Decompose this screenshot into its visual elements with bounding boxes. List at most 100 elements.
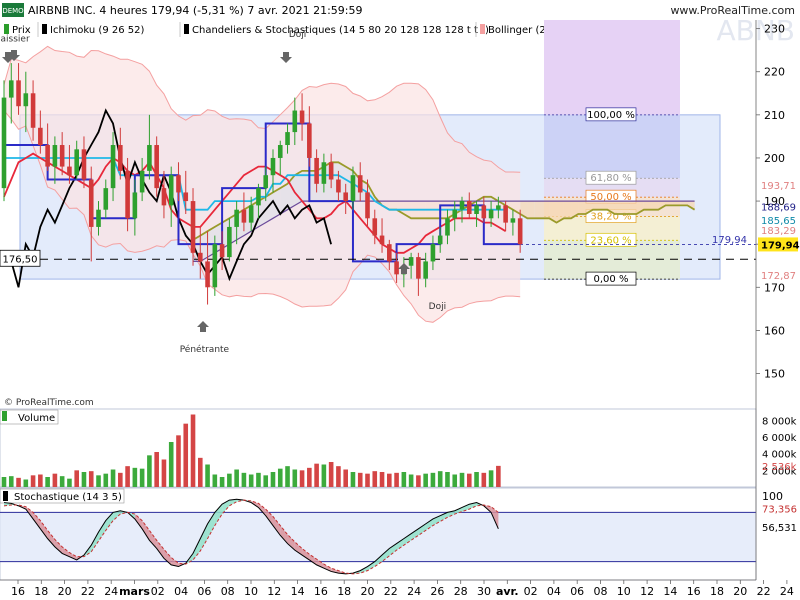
volume-bar — [277, 468, 283, 487]
cloud-segment — [629, 201, 637, 214]
pattern-annotation-label: Pénétrante — [180, 344, 230, 355]
time-tick-label: 04 — [174, 585, 188, 598]
candle-body — [197, 252, 203, 262]
volume-bar — [256, 472, 261, 487]
volume-bar — [394, 472, 399, 487]
volume-bar — [183, 423, 189, 487]
legend-swatch — [184, 24, 189, 34]
candle-body — [270, 157, 276, 176]
candle-body — [336, 179, 341, 193]
candle-body — [292, 110, 298, 133]
candle-body — [96, 209, 101, 227]
volume-bar — [81, 472, 87, 487]
time-tick-label: 10 — [617, 585, 631, 598]
volume-tick-label: 6 000k — [762, 433, 797, 444]
price-level-text: 188,69 — [761, 203, 796, 214]
candle-body — [1, 97, 7, 189]
volume-bar — [38, 474, 43, 487]
stochastic-k-value: 73,356 — [762, 504, 797, 515]
time-tick-label: 26 — [430, 585, 444, 598]
volume-bar — [365, 473, 370, 487]
time-tick-label: 24 — [104, 585, 118, 598]
price-level-label: 188,69 — [761, 203, 796, 214]
candle-body — [45, 145, 50, 167]
volume-bar — [474, 472, 479, 487]
projection-column — [544, 20, 680, 115]
candle-body — [372, 218, 378, 236]
candle-body — [132, 192, 138, 219]
time-tick-label: 02 — [524, 585, 538, 598]
price-tick-label: 170 — [764, 281, 785, 294]
fibonacci-level-label: 100,00 % — [585, 107, 637, 122]
candle — [212, 235, 218, 296]
cloud-segment — [563, 201, 572, 219]
candle-body — [81, 149, 87, 180]
candle-body — [176, 175, 181, 193]
candle-body — [125, 170, 130, 219]
fibonacci-label-text: 100,00 % — [587, 110, 635, 121]
legend-label: Ichimoku (9 26 52) — [50, 25, 144, 36]
candle-body — [139, 170, 145, 193]
candle-body — [452, 209, 458, 219]
candle-body — [256, 188, 261, 206]
pattern-annotation: Baissier — [0, 35, 30, 45]
candle-body — [52, 145, 58, 167]
volume-bar — [52, 473, 58, 487]
price-level-label: 193,71 — [761, 181, 796, 192]
candle-body — [277, 145, 283, 158]
candle-body — [357, 175, 363, 193]
candle-body — [227, 226, 232, 258]
price-level-label: 179,94 — [758, 237, 800, 252]
time-tick-label: 24 — [407, 585, 421, 598]
time-tick-label: 06 — [197, 585, 211, 598]
demo-badge-label: DEMO — [2, 7, 24, 15]
candle-body — [481, 205, 487, 219]
volume-bar — [74, 470, 79, 487]
price-level-text: 193,71 — [761, 181, 796, 192]
candle-body — [459, 201, 465, 210]
stochastic-swatch — [3, 491, 8, 501]
volume-bar — [350, 472, 356, 487]
volume-bar — [219, 477, 225, 487]
volume-bar — [372, 471, 378, 487]
stochastic-header: Stochastique (14 3 5) — [0, 488, 125, 504]
volume-bar — [379, 472, 385, 487]
price-tick-label: 160 — [764, 324, 785, 337]
fibonacci-label-text: 61,80 % — [590, 173, 631, 184]
time-tick-label: 18 — [337, 585, 351, 598]
candle-body — [30, 93, 36, 128]
legend-swatch — [480, 24, 485, 34]
volume-bar — [459, 472, 465, 487]
candle-body — [474, 205, 479, 214]
copyright: © ProRealTime.com — [4, 398, 94, 408]
candle-body — [8, 80, 14, 98]
candle-body — [147, 145, 152, 171]
time-tick-label: 08 — [594, 585, 608, 598]
volume-bar — [154, 452, 159, 487]
price-level-label: 183,29 — [761, 226, 796, 237]
fibonacci-level-label: 61,80 % — [585, 170, 637, 185]
candle-body — [314, 157, 319, 184]
candle-body — [23, 93, 29, 107]
candle-body — [88, 179, 94, 227]
pattern-annotation-label: Doji — [289, 30, 306, 40]
cloud-segment — [614, 201, 622, 214]
volume-bar — [408, 474, 414, 487]
cloud-segment — [600, 201, 608, 210]
volume-bar — [437, 471, 443, 487]
volume-bar — [125, 466, 130, 487]
time-tick-label: 16 — [314, 585, 328, 598]
volume-bar — [466, 473, 472, 487]
stock-chart: DEMO AIRBNB INC. 4 heures 179,94 (-5,31 … — [0, 0, 800, 600]
legend-swatch — [42, 24, 47, 34]
time-tick-label: 02 — [151, 585, 165, 598]
candle-body — [38, 127, 43, 146]
candle-body — [307, 123, 312, 158]
time-tick-label: 20 — [58, 585, 72, 598]
volume-bar — [234, 469, 239, 487]
time-tick-label: 22 — [81, 585, 95, 598]
candle-body — [387, 244, 392, 262]
fibonacci-label-text: 0,00 % — [594, 274, 629, 285]
candle-body — [285, 132, 290, 146]
candle-body — [248, 205, 254, 223]
